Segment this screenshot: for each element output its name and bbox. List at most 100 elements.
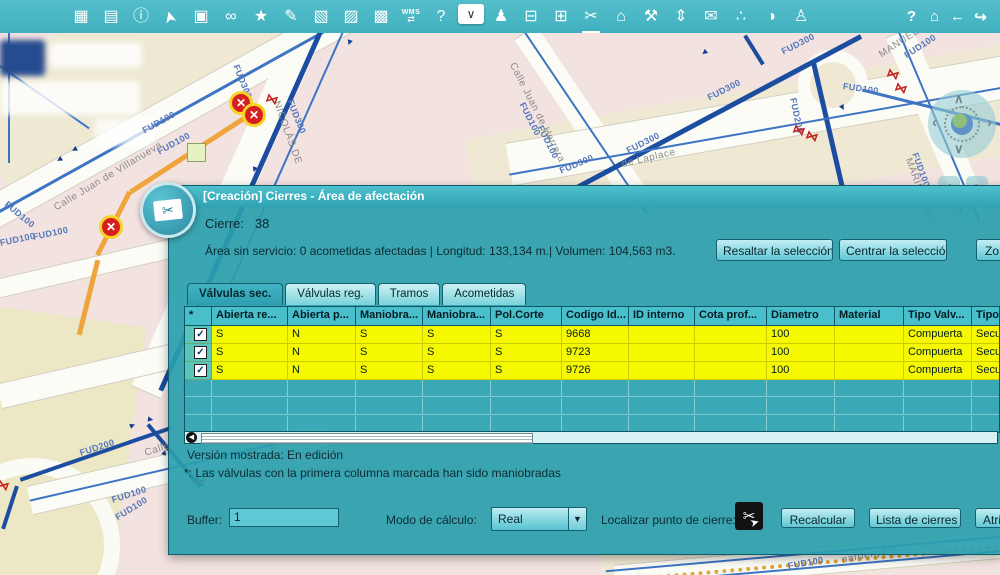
column-header[interactable]: Maniobra... [423,307,491,326]
comments-icon[interactable]: ✉ [696,4,726,30]
table-cell: S [491,362,562,380]
map-route-icon[interactable]: ▩ [366,4,396,30]
column-header[interactable]: Diametro [767,307,835,326]
compass-globe[interactable] [944,106,980,142]
trace-network-icon[interactable]: ∴ [726,4,756,30]
valvulas-table[interactable]: *Abierta re...Abierta p...Maniobra...Man… [184,306,1000,433]
dialog-title[interactable]: [Creación] Cierres - Área de afectación [169,186,1000,207]
maniobrada-checkbox[interactable]: ✓ [194,364,207,377]
table-cell: Compuerta [904,362,972,380]
version-line: Versión mostrada: En edición [187,448,343,462]
home-extent-icon[interactable]: ⌂ [606,4,636,30]
theme-palette-icon[interactable]: ◑ [756,4,786,30]
tab-acometidas[interactable]: Acometidas [442,283,526,305]
help-icon[interactable]: ? [900,5,923,28]
column-header[interactable]: Pol.Corte [491,307,562,326]
selection-square[interactable] [187,143,206,162]
map-icon[interactable]: ▦ [66,4,96,30]
column-header[interactable]: Tipo Valv... [904,307,972,326]
logout-icon[interactable]: ↪ [969,5,992,28]
pan-left-button[interactable]: ‹ [932,114,937,131]
pan-up-button[interactable]: ∧ [954,91,964,107]
zoom-seleccion-button[interactable]: Zo [976,239,1000,261]
presenter-icon[interactable]: ♟ [486,4,516,30]
column-header[interactable]: * [185,307,212,326]
table-empty-row [185,398,999,416]
dialog-cut-icon: ✂ [140,182,196,238]
flow-arrow-icon: ▲ [344,37,355,49]
map-annotation-icon[interactable]: ▧ [306,4,336,30]
closed-valve-marker[interactable]: ✕ [242,103,266,127]
pan-down-button[interactable]: ∨ [954,141,964,157]
table-cell [491,398,562,415]
table-row[interactable]: ✓SNSSS9668100CompuertaSecu [185,326,999,344]
table-cell: N [288,362,356,380]
tools-icon[interactable]: ⚒ [636,4,666,30]
column-header[interactable]: Maniobra... [356,307,423,326]
favorites-star-icon[interactable]: ★ [246,4,276,30]
info-icon[interactable]: ⓘ [126,4,156,30]
localizar-punto-icon[interactable]: ✂➤ [735,502,763,530]
scissors-map-icon: ✂ [153,199,183,222]
table-hscrollbar[interactable]: ◀ [184,431,998,444]
tool-dropdown[interactable]: ∨ [458,4,484,24]
table-cell: 9668 [562,326,629,344]
tab-v-lvulas-sec-[interactable]: Válvulas sec. [187,283,283,305]
table-cell [212,380,288,397]
column-header[interactable]: Tipo [972,307,1000,326]
print-icon[interactable]: ⊟ [516,4,546,30]
map-navigator[interactable]: ∧ ∨ ‹ › [928,90,996,158]
form-grid-icon[interactable]: ▤ [96,4,126,30]
main-toolbar: ▦▤ⓘ➤▣∞★✎▧▨▩WMS⇄?∨♟⊟⊞✂⌂⚒⇕✉∴◑♙ ?⌂←↪ [0,0,1000,33]
modo-select[interactable]: Real ▼ [491,507,587,531]
column-header[interactable]: Material [835,307,904,326]
scroll-thumb[interactable] [201,433,533,444]
column-header[interactable]: Abierta p... [288,307,356,326]
table-cell: Secu [972,362,1000,380]
lista-cierres-button[interactable]: Lista de cierres [869,508,961,528]
table-cell: 100 [767,326,835,344]
column-header[interactable]: ID interno [629,307,695,326]
chevron-down-icon[interactable]: ▼ [568,508,586,530]
centrar-button[interactable]: Centrar la selección [839,239,947,261]
table-cell: S [356,362,423,380]
edit-redline-icon[interactable]: ✎ [276,4,306,30]
back-icon[interactable]: ← [946,5,969,28]
tab-tramos[interactable]: Tramos [378,283,441,305]
recalcular-button[interactable]: Recalcular [781,508,855,528]
help-query-icon[interactable]: ? [426,4,456,30]
table-header-row: *Abierta re...Abierta p...Maniobra...Man… [185,307,999,326]
table-row[interactable]: ✓SNSSS9723100CompuertaSecu [185,344,999,362]
map-selection-icon[interactable]: ▨ [336,4,366,30]
pan-right-button[interactable]: › [987,114,992,131]
closed-valve-marker[interactable]: ✕ [99,215,123,239]
network-cut-icon[interactable]: ✂ [576,4,606,30]
flow-direction-icon[interactable]: ⇕ [666,4,696,30]
column-header[interactable]: Cota prof... [695,307,767,326]
print-layout-icon[interactable]: ⊞ [546,4,576,30]
table-cell [835,344,904,362]
table-cell [185,398,212,415]
table-cell: S [356,344,423,362]
windows-layers-icon[interactable]: ▣ [186,4,216,30]
home-icon[interactable]: ⌂ [923,5,946,28]
column-header[interactable]: Abierta re... [212,307,288,326]
table-cell [629,362,695,380]
binoculars-search-icon[interactable]: ∞ [216,4,246,30]
info-line: Área sin servicio: 0 acometidas afectada… [205,244,676,258]
locate-user-icon[interactable]: ♙ [786,4,816,30]
resaltar-button[interactable]: Resaltar la selección [716,239,833,261]
select-pointer-icon[interactable]: ➤ [155,0,188,34]
maniobrada-checkbox[interactable]: ✓ [194,346,207,359]
buffer-input[interactable]: 1 [229,508,339,527]
tab-v-lvulas-reg-[interactable]: Válvulas reg. [285,283,375,305]
table-row[interactable]: ✓SNSSS9726100CompuertaSecu [185,362,999,380]
maniobrada-checkbox[interactable]: ✓ [194,328,207,341]
wms-icon[interactable]: WMS⇄ [396,4,426,30]
scroll-left-button[interactable]: ◀ [186,432,197,443]
table-cell: 100 [767,362,835,380]
table-cell: Compuerta [904,326,972,344]
table-cell: S [491,344,562,362]
atributos-button[interactable]: Atributos del C [975,508,1000,528]
column-header[interactable]: Codigo Id... [562,307,629,326]
